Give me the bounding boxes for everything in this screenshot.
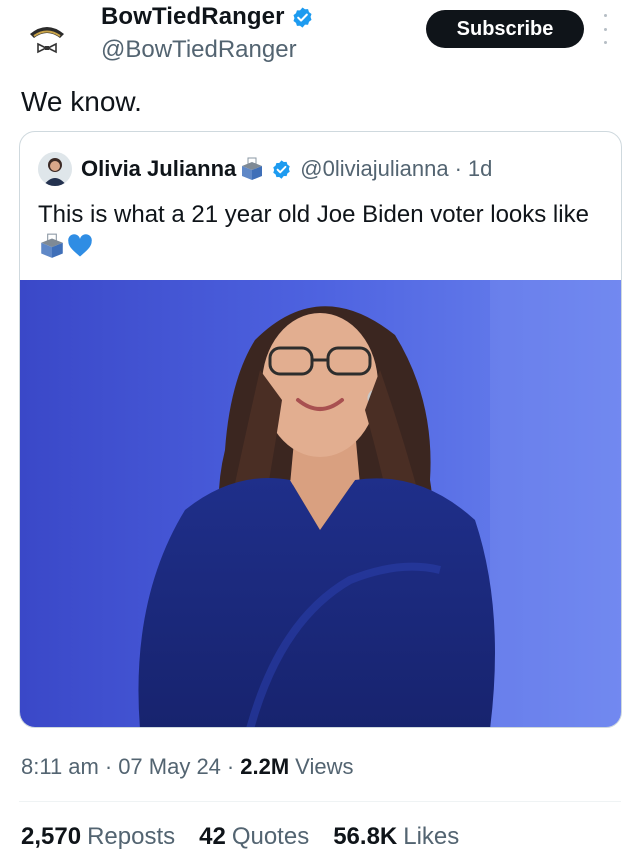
ballot-box-icon xyxy=(242,157,263,180)
views-count: 2.2M xyxy=(240,754,290,779)
ballot-box-icon xyxy=(38,232,66,270)
quoted-author-avatar[interactable] xyxy=(38,152,72,186)
tweet-date[interactable]: 07 May 24 xyxy=(118,754,221,780)
views-label: Views xyxy=(295,754,354,779)
subscribe-button[interactable]: Subscribe xyxy=(426,10,584,48)
reposts-stat[interactable]: 2,570 Reposts xyxy=(21,823,175,851)
verified-badge-icon xyxy=(273,159,291,179)
quoted-tweet-time[interactable]: 1d xyxy=(468,156,492,182)
photo-woman-blue-dress xyxy=(20,280,621,727)
more-options-icon[interactable] xyxy=(598,14,612,44)
bowtie-ranger-tab-icon xyxy=(30,27,64,54)
reposts-count: 2,570 xyxy=(21,823,82,850)
verified-badge-icon xyxy=(293,6,312,28)
quoted-tweet-text: This is what a 21 year old Joe Biden vot… xyxy=(38,201,589,228)
divider xyxy=(19,801,621,802)
tweet-time[interactable]: 8:11 am xyxy=(21,754,99,780)
likes-count: 56.8K xyxy=(333,823,398,850)
quotes-label: Quotes xyxy=(231,823,310,850)
tweet-text: We know. xyxy=(21,86,142,117)
tweet-metadata: 8:11 am · 07 May 24 · 2.2M Views xyxy=(21,754,353,780)
quoted-tweet-card[interactable]: Olivia Julianna @0liviajulianna · 1d Thi… xyxy=(19,131,622,728)
author-handle[interactable]: @BowTiedRanger xyxy=(101,36,297,64)
likes-label: Likes xyxy=(403,823,460,850)
separator-dot: · xyxy=(226,754,235,779)
separator-dot: · xyxy=(454,156,462,181)
likes-stat[interactable]: 56.8K Likes xyxy=(333,823,459,851)
separator-dot: · xyxy=(104,754,113,779)
reposts-label: Reposts xyxy=(87,823,176,850)
quoted-avatar-photo-icon xyxy=(38,152,72,186)
engagement-stats: 2,570 Reposts 42 Quotes 56.8K Likes xyxy=(21,823,483,851)
author-display-name[interactable]: BowTiedRanger xyxy=(101,3,285,31)
tweet-header: BowTiedRanger @BowTiedRanger Subscribe xyxy=(0,0,640,80)
blue-heart-icon xyxy=(66,232,94,270)
quoted-author-handle[interactable]: @0liviajulianna xyxy=(300,156,448,182)
quotes-stat[interactable]: 42 Quotes xyxy=(199,823,309,851)
quoted-author-name[interactable]: Olivia Julianna xyxy=(81,156,236,182)
author-avatar[interactable] xyxy=(22,14,72,64)
quoted-tweet-photo[interactable] xyxy=(20,280,621,727)
quoted-tweet-text-block: This is what a 21 year old Joe Biden vot… xyxy=(38,198,598,270)
quotes-count: 42 xyxy=(199,823,226,850)
